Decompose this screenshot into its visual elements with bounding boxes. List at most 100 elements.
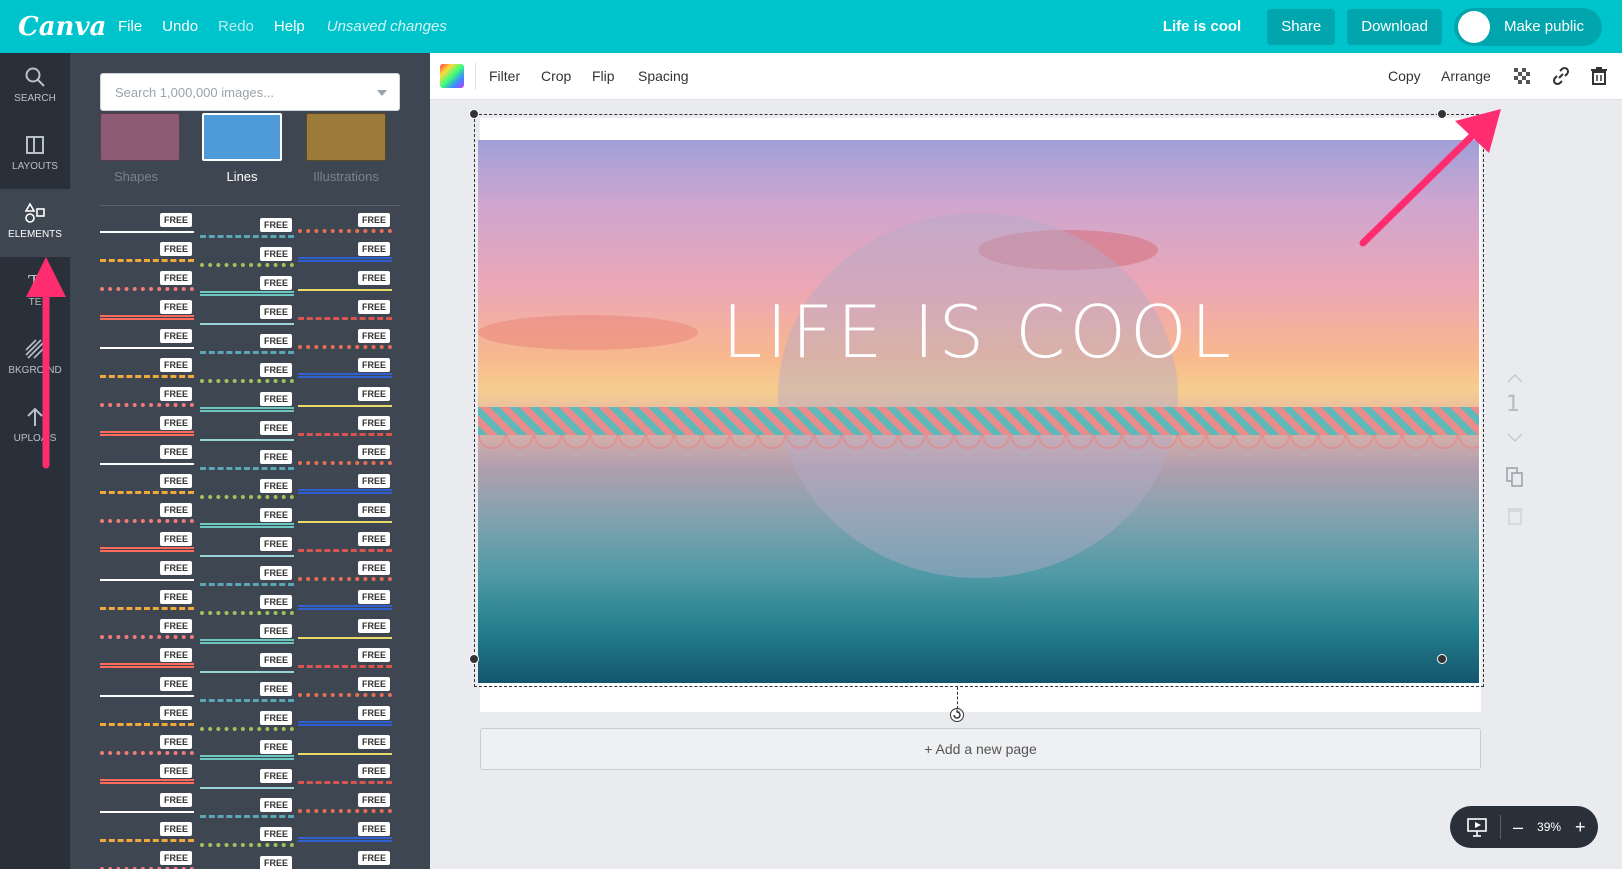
line-element-thumbnail[interactable]: FREE — [100, 706, 194, 730]
line-element-thumbnail[interactable]: FREE — [298, 590, 392, 614]
line-element-thumbnail[interactable]: FREE — [200, 363, 294, 387]
line-element-thumbnail[interactable]: FREE — [298, 474, 392, 498]
resize-handle-tl[interactable] — [469, 109, 479, 119]
line-element-thumbnail[interactable]: FREE — [200, 595, 294, 619]
line-element-thumbnail[interactable]: FREE — [298, 764, 392, 788]
copy-button[interactable]: Copy — [1388, 68, 1421, 84]
color-picker-swatch[interactable] — [440, 64, 464, 88]
line-element-thumbnail[interactable]: FREE — [200, 247, 294, 271]
line-element-thumbnail[interactable]: FREE — [298, 503, 392, 527]
rotate-icon[interactable] — [949, 707, 965, 723]
line-element-thumbnail[interactable]: FREE — [298, 445, 392, 469]
line-element-thumbnail[interactable]: FREE — [200, 479, 294, 503]
line-element-thumbnail[interactable]: FREE — [100, 619, 194, 643]
category-illustrations[interactable]: Illustrations — [296, 169, 396, 184]
image-search-input[interactable]: Search 1,000,000 images... — [100, 73, 400, 111]
line-element-thumbnail[interactable]: FREE — [100, 271, 194, 295]
menu-file[interactable]: File — [118, 18, 142, 35]
arrange-button[interactable]: Arrange — [1441, 68, 1491, 84]
canva-logo[interactable]: Canva — [18, 12, 106, 42]
line-element-thumbnail[interactable]: FREE — [200, 711, 294, 735]
line-element-thumbnail[interactable]: FREE — [298, 677, 392, 701]
category-shapes[interactable]: Shapes — [86, 169, 186, 184]
rail-search[interactable]: SEARCH — [0, 53, 70, 121]
line-element-thumbnail[interactable]: FREE — [100, 851, 194, 869]
add-page-button[interactable]: + Add a new page — [480, 728, 1481, 770]
line-element-thumbnail[interactable]: FREE — [100, 329, 194, 353]
line-element-thumbnail[interactable]: FREE — [200, 769, 294, 793]
line-element-thumbnail[interactable]: FREE — [200, 276, 294, 300]
line-element-thumbnail[interactable]: FREE — [200, 798, 294, 822]
presentation-icon[interactable] — [1466, 816, 1488, 838]
menu-undo[interactable]: Undo — [162, 18, 198, 35]
line-element-thumbnail[interactable]: FREE — [200, 508, 294, 532]
line-element-thumbnail[interactable]: FREE — [298, 851, 392, 869]
spacing-button[interactable]: Spacing — [638, 68, 689, 84]
line-element-thumbnail[interactable]: FREE — [298, 387, 392, 411]
crop-button[interactable]: Crop — [541, 68, 571, 84]
line-element-thumbnail[interactable]: FREE — [100, 300, 194, 324]
line-element-thumbnail[interactable]: FREE — [298, 358, 392, 382]
line-element-thumbnail[interactable]: FREE — [100, 822, 194, 846]
resize-handle-br[interactable] — [1437, 654, 1447, 664]
line-element-thumbnail[interactable]: FREE — [200, 740, 294, 764]
menu-help[interactable]: Help — [274, 18, 305, 35]
document-title[interactable]: Life is cool — [1163, 18, 1241, 35]
line-element-thumbnail[interactable]: FREE — [200, 421, 294, 445]
line-element-thumbnail[interactable]: FREE — [298, 271, 392, 295]
line-element-thumbnail[interactable]: FREE — [200, 856, 294, 869]
line-element-thumbnail[interactable]: FREE — [100, 416, 194, 440]
zoom-in-button[interactable]: + — [1575, 817, 1586, 838]
lines-thumbnail[interactable] — [202, 113, 282, 161]
line-element-thumbnail[interactable]: FREE — [298, 416, 392, 440]
line-element-thumbnail[interactable]: FREE — [298, 648, 392, 672]
line-element-thumbnail[interactable]: FREE — [100, 213, 194, 237]
chevron-down-icon[interactable] — [377, 90, 387, 96]
line-element-thumbnail[interactable]: FREE — [100, 764, 194, 788]
line-element-thumbnail[interactable]: FREE — [298, 735, 392, 759]
move-page-down-icon[interactable] — [1506, 432, 1524, 444]
download-button[interactable]: Download — [1347, 8, 1442, 45]
line-element-thumbnail[interactable]: FREE — [100, 590, 194, 614]
flip-button[interactable]: Flip — [592, 68, 615, 84]
line-element-thumbnail[interactable]: FREE — [200, 566, 294, 590]
rail-elements[interactable]: ELEMENTS — [0, 189, 70, 257]
filter-button[interactable]: Filter — [489, 68, 520, 84]
line-element-thumbnail[interactable]: FREE — [298, 561, 392, 585]
rail-layouts[interactable]: LAYOUTS — [0, 121, 70, 189]
line-element-thumbnail[interactable]: FREE — [298, 619, 392, 643]
line-element-thumbnail[interactable]: FREE — [298, 213, 392, 237]
share-button[interactable]: Share — [1267, 8, 1336, 45]
line-element-thumbnail[interactable]: FREE — [200, 827, 294, 851]
line-element-thumbnail[interactable]: FREE — [298, 793, 392, 817]
line-element-thumbnail[interactable]: FREE — [298, 329, 392, 353]
line-element-thumbnail[interactable]: FREE — [100, 735, 194, 759]
make-public-toggle[interactable]: Make public — [1453, 7, 1602, 46]
line-element-thumbnail[interactable]: FREE — [100, 242, 194, 266]
line-element-thumbnail[interactable]: FREE — [200, 624, 294, 648]
line-element-thumbnail[interactable]: FREE — [200, 537, 294, 561]
zoom-out-button[interactable]: – — [1513, 817, 1523, 838]
illustrations-thumbnail[interactable] — [306, 113, 386, 161]
resize-handle-bl[interactable] — [469, 654, 479, 664]
line-element-thumbnail[interactable]: FREE — [100, 677, 194, 701]
line-element-thumbnail[interactable]: FREE — [100, 561, 194, 585]
line-element-thumbnail[interactable]: FREE — [100, 793, 194, 817]
line-element-thumbnail[interactable]: FREE — [100, 532, 194, 556]
line-element-thumbnail[interactable]: FREE — [100, 358, 194, 382]
trash-icon[interactable] — [1589, 66, 1609, 86]
link-icon[interactable] — [1551, 66, 1571, 86]
delete-page-icon[interactable] — [1506, 506, 1524, 526]
line-element-thumbnail[interactable]: FREE — [200, 682, 294, 706]
line-element-thumbnail[interactable]: FREE — [100, 503, 194, 527]
line-element-thumbnail[interactable]: FREE — [200, 305, 294, 329]
line-element-thumbnail[interactable]: FREE — [200, 218, 294, 242]
line-element-thumbnail[interactable]: FREE — [200, 653, 294, 677]
line-element-thumbnail[interactable]: FREE — [200, 450, 294, 474]
line-element-thumbnail[interactable]: FREE — [298, 532, 392, 556]
line-element-thumbnail[interactable]: FREE — [100, 648, 194, 672]
category-lines[interactable]: Lines — [192, 169, 292, 184]
line-element-thumbnail[interactable]: FREE — [200, 334, 294, 358]
line-element-thumbnail[interactable]: FREE — [298, 300, 392, 324]
shapes-thumbnail[interactable] — [100, 113, 180, 161]
